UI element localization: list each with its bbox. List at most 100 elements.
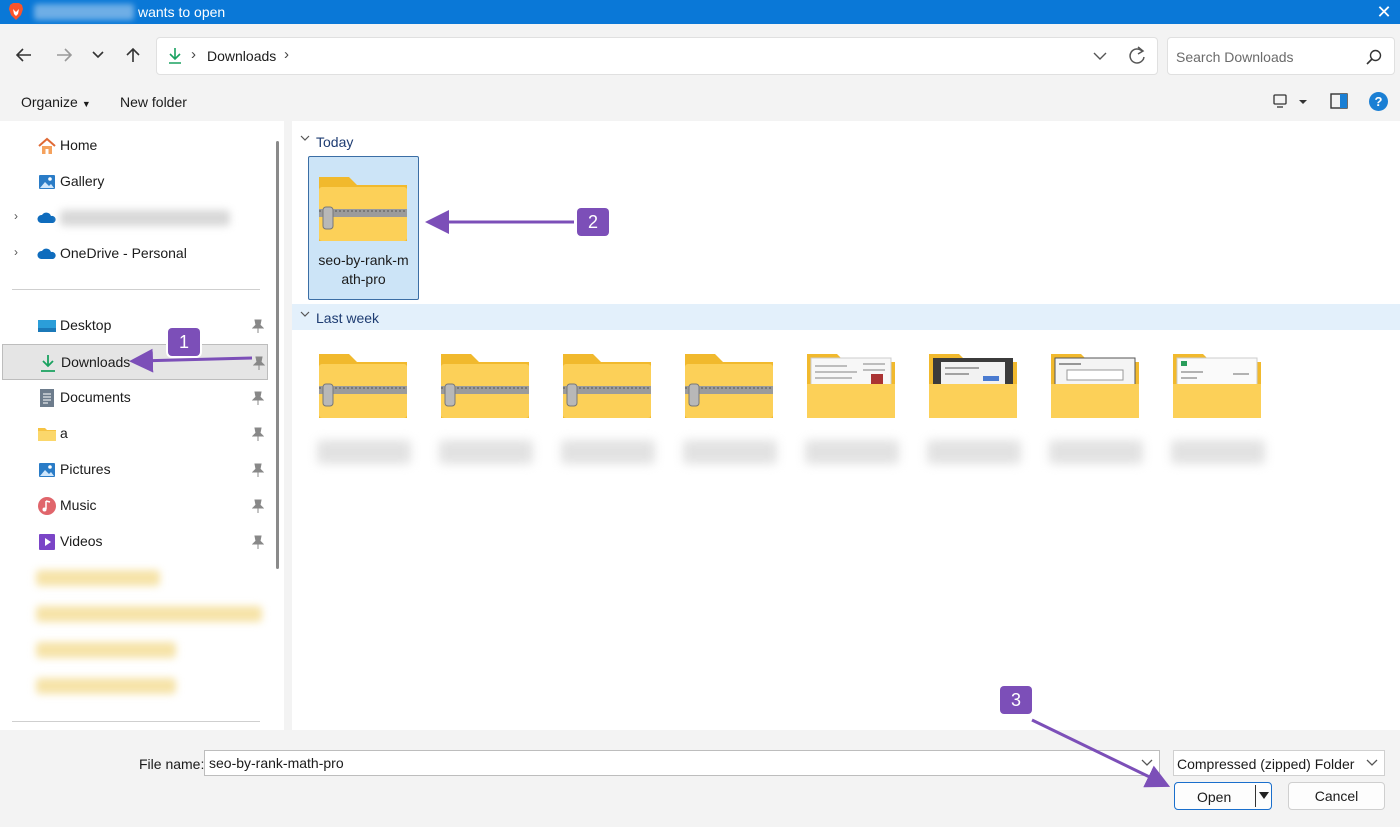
recent-locations-button[interactable] [85, 42, 111, 68]
home-icon [38, 137, 56, 154]
redacted-app-name [34, 4, 134, 20]
sidebar-item-folder-a[interactable]: a [0, 416, 268, 452]
sidebar-item-music[interactable]: Music [0, 488, 268, 524]
pin-icon[interactable] [252, 391, 264, 405]
music-icon [38, 497, 56, 515]
pin-icon[interactable] [253, 356, 265, 370]
file-type-select[interactable]: Compressed (zipped) Folder [1173, 750, 1385, 776]
pin-icon[interactable] [252, 463, 264, 477]
up-button[interactable] [120, 42, 146, 68]
sidebar-item-pictures[interactable]: Pictures [0, 452, 268, 488]
cancel-button[interactable]: Cancel [1288, 782, 1385, 810]
redacted-file-name [805, 440, 899, 464]
sidebar-divider [12, 721, 260, 722]
sidebar-item-videos[interactable]: Videos [0, 524, 268, 560]
sidebar-item-onedrive-personal[interactable]: › OneDrive - Personal [0, 236, 268, 272]
sidebar-item-documents[interactable]: Documents [0, 380, 268, 416]
redacted-folder[interactable] [36, 678, 176, 694]
zip-folder-icon [319, 177, 407, 241]
sidebar-item-downloads[interactable]: Downloads [2, 344, 268, 380]
forward-arrow-icon [57, 48, 72, 62]
sidebar-item-onedrive-business[interactable]: › [0, 200, 268, 236]
breadcrumb-separator: › [191, 46, 196, 63]
expand-chevron-icon[interactable]: › [14, 209, 18, 223]
pin-icon[interactable] [252, 535, 264, 549]
address-bar[interactable]: › Downloads › [156, 37, 1158, 75]
pin-icon[interactable] [252, 427, 264, 441]
folder-preview-icon [807, 354, 895, 418]
zip-folder-icon [441, 354, 529, 418]
file-tile-selected[interactable]: seo-by-rank-m ath-pro [308, 156, 419, 300]
file-tile[interactable] [309, 334, 419, 464]
group-label: Today [316, 134, 354, 150]
file-tile[interactable] [431, 334, 541, 464]
chevron-down-icon[interactable] [1140, 757, 1154, 769]
file-tile[interactable] [1163, 334, 1273, 464]
search-icon[interactable] [1366, 49, 1382, 65]
documents-icon [40, 389, 54, 407]
chevron-down-icon [300, 311, 310, 317]
view-options-icon[interactable] [1272, 92, 1312, 112]
sidebar-item-label: Home [60, 137, 98, 153]
file-tile[interactable] [919, 334, 1029, 464]
search-box[interactable]: Search Downloads [1167, 37, 1395, 75]
group-header-today[interactable]: Today [292, 128, 1400, 154]
zip-folder-icon [319, 354, 407, 418]
new-folder-button[interactable]: New folder [120, 94, 187, 110]
breadcrumb-downloads[interactable]: Downloads [207, 48, 276, 64]
organize-menu[interactable]: Organize ▼ [21, 94, 91, 110]
group-label: Last week [316, 310, 380, 326]
sidebar-item-gallery[interactable]: Gallery [0, 164, 268, 200]
navigation-pane: Home Gallery › › OneDrive - Personal Des… [0, 121, 284, 730]
redacted-account-name [60, 210, 230, 226]
group-header-last-week[interactable]: Last week [292, 304, 1400, 330]
refresh-icon[interactable] [1127, 45, 1147, 67]
file-tile[interactable] [797, 334, 907, 464]
redacted-folder[interactable] [36, 570, 160, 586]
back-arrow-icon [16, 48, 31, 62]
brave-lion-icon [9, 3, 23, 20]
zip-folder-icon [685, 354, 773, 418]
redacted-file-name [317, 440, 411, 464]
file-tile[interactable] [1041, 334, 1151, 464]
forward-button[interactable] [51, 42, 77, 68]
title-bar: wants to open ✕ [0, 0, 1400, 24]
file-name-cont: ath-pro [341, 271, 386, 287]
open-button[interactable]: Open [1174, 782, 1272, 810]
sidebar-item-label: Music [60, 497, 97, 513]
folder-icon [38, 428, 56, 441]
open-label: Open [1197, 789, 1232, 805]
caret-down-icon: ▼ [81, 99, 91, 109]
pin-icon[interactable] [252, 319, 264, 333]
sidebar-item-label: Pictures [60, 461, 111, 477]
file-name-field[interactable] [204, 750, 1160, 776]
sidebar-item-label: Gallery [60, 173, 105, 189]
help-icon[interactable]: ? [1369, 92, 1388, 111]
redacted-folder[interactable] [36, 606, 262, 622]
folder-preview-icon [1051, 354, 1139, 418]
sidebar-item-label: Downloads [61, 354, 131, 370]
window-title: wants to open [138, 4, 226, 20]
organize-label: Organize [21, 94, 78, 110]
sidebar-item-desktop[interactable]: Desktop [0, 308, 268, 344]
redacted-folder[interactable] [36, 642, 176, 658]
sidebar-divider [12, 289, 260, 290]
folder-preview-icon [1173, 354, 1261, 418]
expand-chevron-icon[interactable]: › [14, 245, 18, 259]
sidebar-item-home[interactable]: Home [0, 128, 268, 164]
file-name: seo-by-rank-m [318, 252, 409, 268]
back-button[interactable] [11, 42, 37, 68]
breadcrumb-separator[interactable]: › [284, 46, 289, 63]
pin-icon[interactable] [252, 499, 264, 513]
preview-pane-icon[interactable] [1330, 93, 1348, 109]
close-icon[interactable]: ✕ [1374, 2, 1394, 22]
caret-down-icon[interactable] [1259, 792, 1269, 800]
file-tile[interactable] [675, 334, 785, 464]
search-input[interactable]: Search Downloads [1176, 49, 1294, 65]
file-tile[interactable] [553, 334, 663, 464]
download-icon [41, 355, 55, 372]
sidebar-scrollbar[interactable] [276, 141, 279, 569]
dialog-footer: File name: Compressed (zipped) Folder Op… [0, 730, 1400, 827]
sidebar-item-label: Documents [60, 389, 131, 405]
chevron-down-icon[interactable] [1091, 46, 1109, 66]
